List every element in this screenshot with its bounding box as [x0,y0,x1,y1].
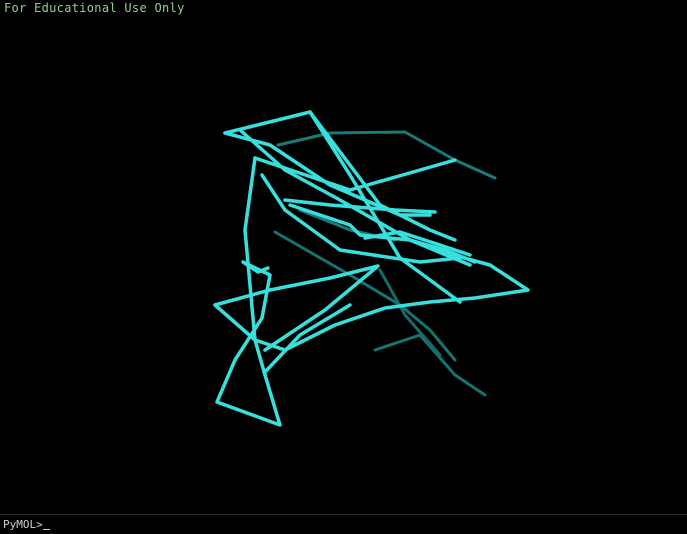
command-input[interactable] [49,518,650,531]
command-prompt: PyMOL> [3,517,43,531]
command-line-bar[interactable]: PyMOL> [0,514,687,534]
molecular-viewport[interactable]: For Educational Use Only [0,0,687,514]
ribbon-segment [213,248,530,352]
ribbon-front-segments [213,110,530,427]
protein-ribbon-trace[interactable] [0,0,687,514]
text-cursor [42,528,50,530]
